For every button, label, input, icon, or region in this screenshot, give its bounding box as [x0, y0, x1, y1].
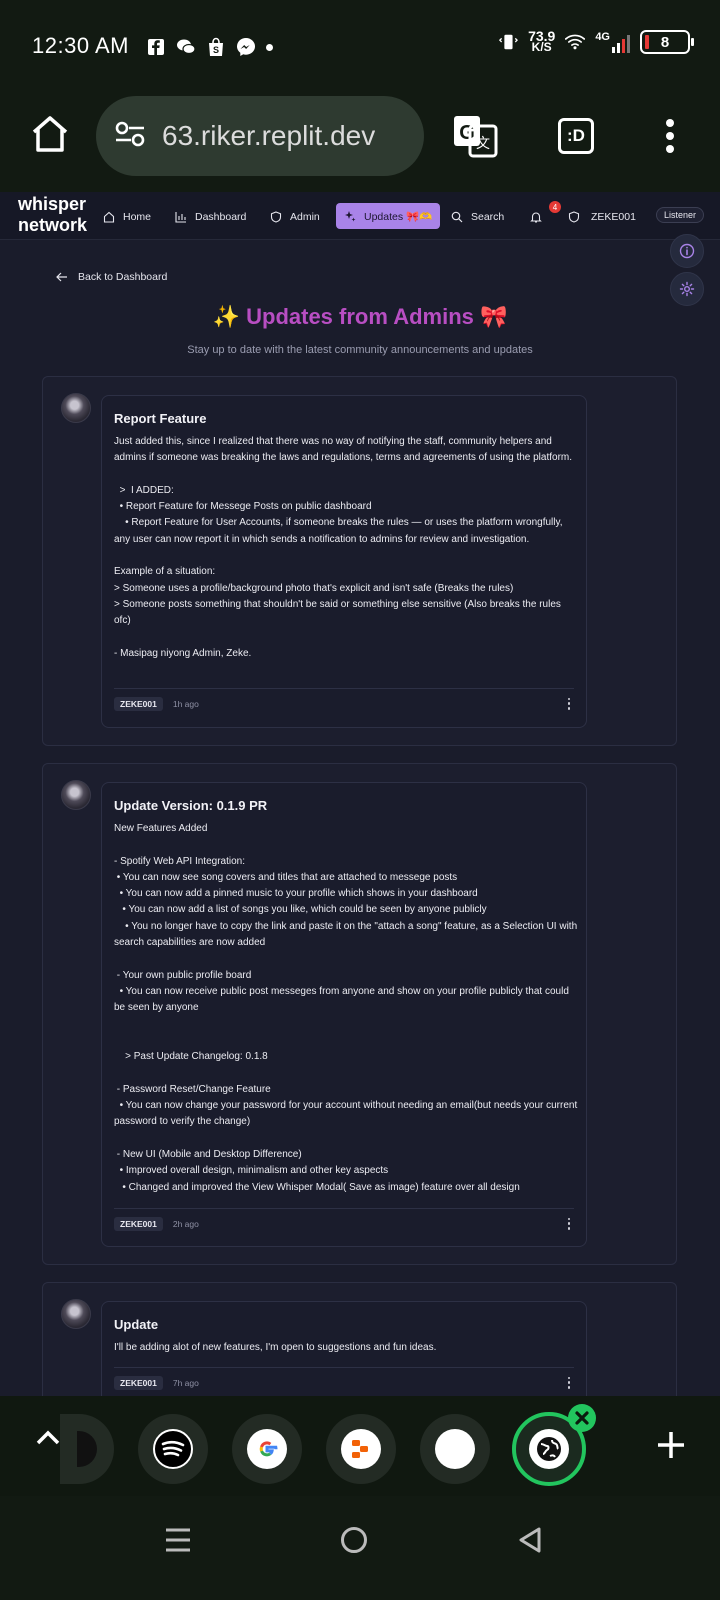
status-right: 73.9 K/S 4G 8 [498, 28, 694, 54]
tab-partial[interactable] [60, 1414, 114, 1484]
app-icon [341, 1429, 381, 1469]
close-tab-icon[interactable] [568, 1404, 596, 1432]
nav-home[interactable]: Home [103, 204, 151, 230]
shopee-icon: S [206, 37, 226, 57]
post-time: 2h ago [172, 1218, 199, 1229]
tab-strip [0, 1396, 720, 1496]
page-title: ✨ Updates from Admins 🎀 [212, 304, 508, 329]
messenger-chat-icon [176, 37, 196, 57]
post-body: I'll be adding alot of new features, I'm… [114, 1342, 437, 1353]
nav-dashboard[interactable]: Dashboard [175, 204, 246, 230]
post-body: New Features Added - Spotify Web API Int… [114, 823, 578, 1193]
page-subtitle: Stay up to date with the latest communit… [187, 344, 533, 356]
arrow-left-icon [56, 272, 67, 282]
avatar[interactable] [61, 780, 91, 810]
address-bar[interactable]: 63.riker.replit.dev [96, 96, 424, 176]
update-card: Report Feature Just added this, since I … [42, 376, 677, 746]
sparkles-icon [345, 211, 356, 222]
battery-level: 8 [660, 33, 670, 51]
info-button[interactable] [670, 234, 704, 268]
site-settings-icon[interactable] [114, 120, 146, 153]
more-options-icon[interactable] [564, 1376, 574, 1389]
post-bubble: Report Feature Just added this, since I … [101, 395, 587, 728]
partial-tab-icon [77, 1431, 97, 1467]
signal-icon: 4G [595, 31, 630, 53]
svg-text:文: 文 [476, 135, 490, 151]
svg-text:S: S [213, 45, 219, 55]
gear-icon [679, 281, 695, 297]
avatar[interactable] [61, 1299, 91, 1329]
globe-icon [529, 1429, 569, 1469]
recent-apps-icon[interactable] [164, 1526, 192, 1559]
info-icon [679, 243, 695, 259]
spotify-icon [153, 1429, 193, 1469]
post-body: Just added this, since I realized that t… [114, 436, 573, 659]
url-text: 63.riker.replit.dev [162, 120, 376, 151]
tab-switcher-button[interactable]: :D [558, 118, 594, 154]
wifi-icon [565, 32, 586, 52]
bell-icon [530, 212, 542, 223]
home-icon [103, 211, 115, 223]
search-icon [451, 211, 463, 223]
blank-tab-icon [435, 1429, 475, 1469]
status-time: 12:30 AM [32, 33, 129, 58]
chevron-up-icon[interactable] [34, 1424, 62, 1452]
author-chip[interactable]: ZEKE001 [114, 1375, 163, 1390]
facebook-icon [146, 37, 166, 57]
post-title: Report Feature [114, 411, 207, 426]
role-badge: Listener [656, 207, 705, 223]
author-chip[interactable]: ZEKE001 [114, 696, 163, 711]
net-speed: 73.9 K/S [528, 28, 556, 54]
back-to-dashboard-link[interactable]: Back to Dashboard [56, 271, 167, 283]
brand-logo[interactable]: whisper network [18, 194, 87, 236]
status-bar: 12:30 AM S 73.9 K/S 4G 8 [0, 0, 720, 92]
post-footer: ZEKE001 2h ago [114, 1208, 574, 1238]
nav-updates[interactable]: Updates 🎀🫶 [336, 203, 441, 229]
post-time: 7h ago [172, 1377, 199, 1388]
shield-icon [568, 211, 580, 223]
shield-icon [270, 211, 282, 223]
tab-google[interactable] [232, 1414, 302, 1484]
nav-admin[interactable]: Admin [270, 204, 320, 230]
avatar[interactable] [61, 393, 91, 423]
post-footer: ZEKE001 7h ago [114, 1367, 574, 1397]
settings-button[interactable] [670, 272, 704, 306]
vibrate-bluetooth-icon [498, 32, 519, 52]
notification-icons: S [146, 37, 273, 57]
post-time: 1h ago [172, 698, 199, 709]
tab-spotify[interactable] [138, 1414, 208, 1484]
author-chip[interactable]: ZEKE001 [114, 1216, 163, 1231]
post-title: Update [114, 1317, 159, 1332]
new-tab-icon[interactable] [656, 1430, 686, 1460]
site-navbar: whisper network Home Dashboard Admin Upd… [0, 192, 720, 240]
battery-icon: 8 [640, 30, 694, 54]
google-icon [247, 1429, 287, 1469]
home-nav-icon[interactable] [340, 1526, 368, 1559]
more-options-icon[interactable] [564, 697, 574, 710]
browser-menu-icon[interactable] [660, 116, 680, 156]
notification-count-badge: 4 [549, 201, 561, 213]
post-title: Update Version: 0.1.9 PR [114, 798, 268, 813]
translate-icon[interactable]: G文 [452, 114, 498, 158]
chart-icon [175, 212, 186, 223]
system-navigation [0, 1496, 720, 1600]
tab-app[interactable] [326, 1414, 396, 1484]
notifications-button[interactable] [530, 204, 542, 230]
messenger-icon [236, 37, 256, 57]
nav-search[interactable]: Search [451, 204, 504, 230]
post-footer: ZEKE001 1h ago [114, 688, 574, 718]
browser-toolbar: 63.riker.replit.dev G文 :D [0, 92, 720, 192]
update-card: Update Version: 0.1.9 PR New Features Ad… [42, 763, 677, 1265]
more-notifications-dot [266, 43, 273, 51]
more-options-icon[interactable] [564, 1217, 574, 1230]
post-bubble: Update Version: 0.1.9 PR New Features Ad… [101, 782, 587, 1247]
home-icon[interactable] [28, 112, 72, 156]
back-nav-icon[interactable] [516, 1526, 544, 1559]
user-menu[interactable]: ZEKE001 [568, 204, 636, 230]
tab-blank[interactable] [420, 1414, 490, 1484]
